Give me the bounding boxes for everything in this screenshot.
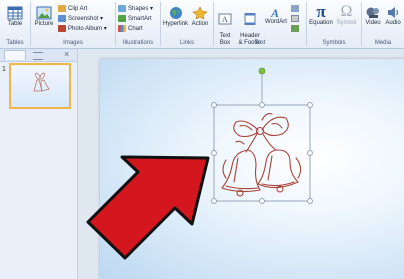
red-arrow-annotation (86, 155, 210, 260)
